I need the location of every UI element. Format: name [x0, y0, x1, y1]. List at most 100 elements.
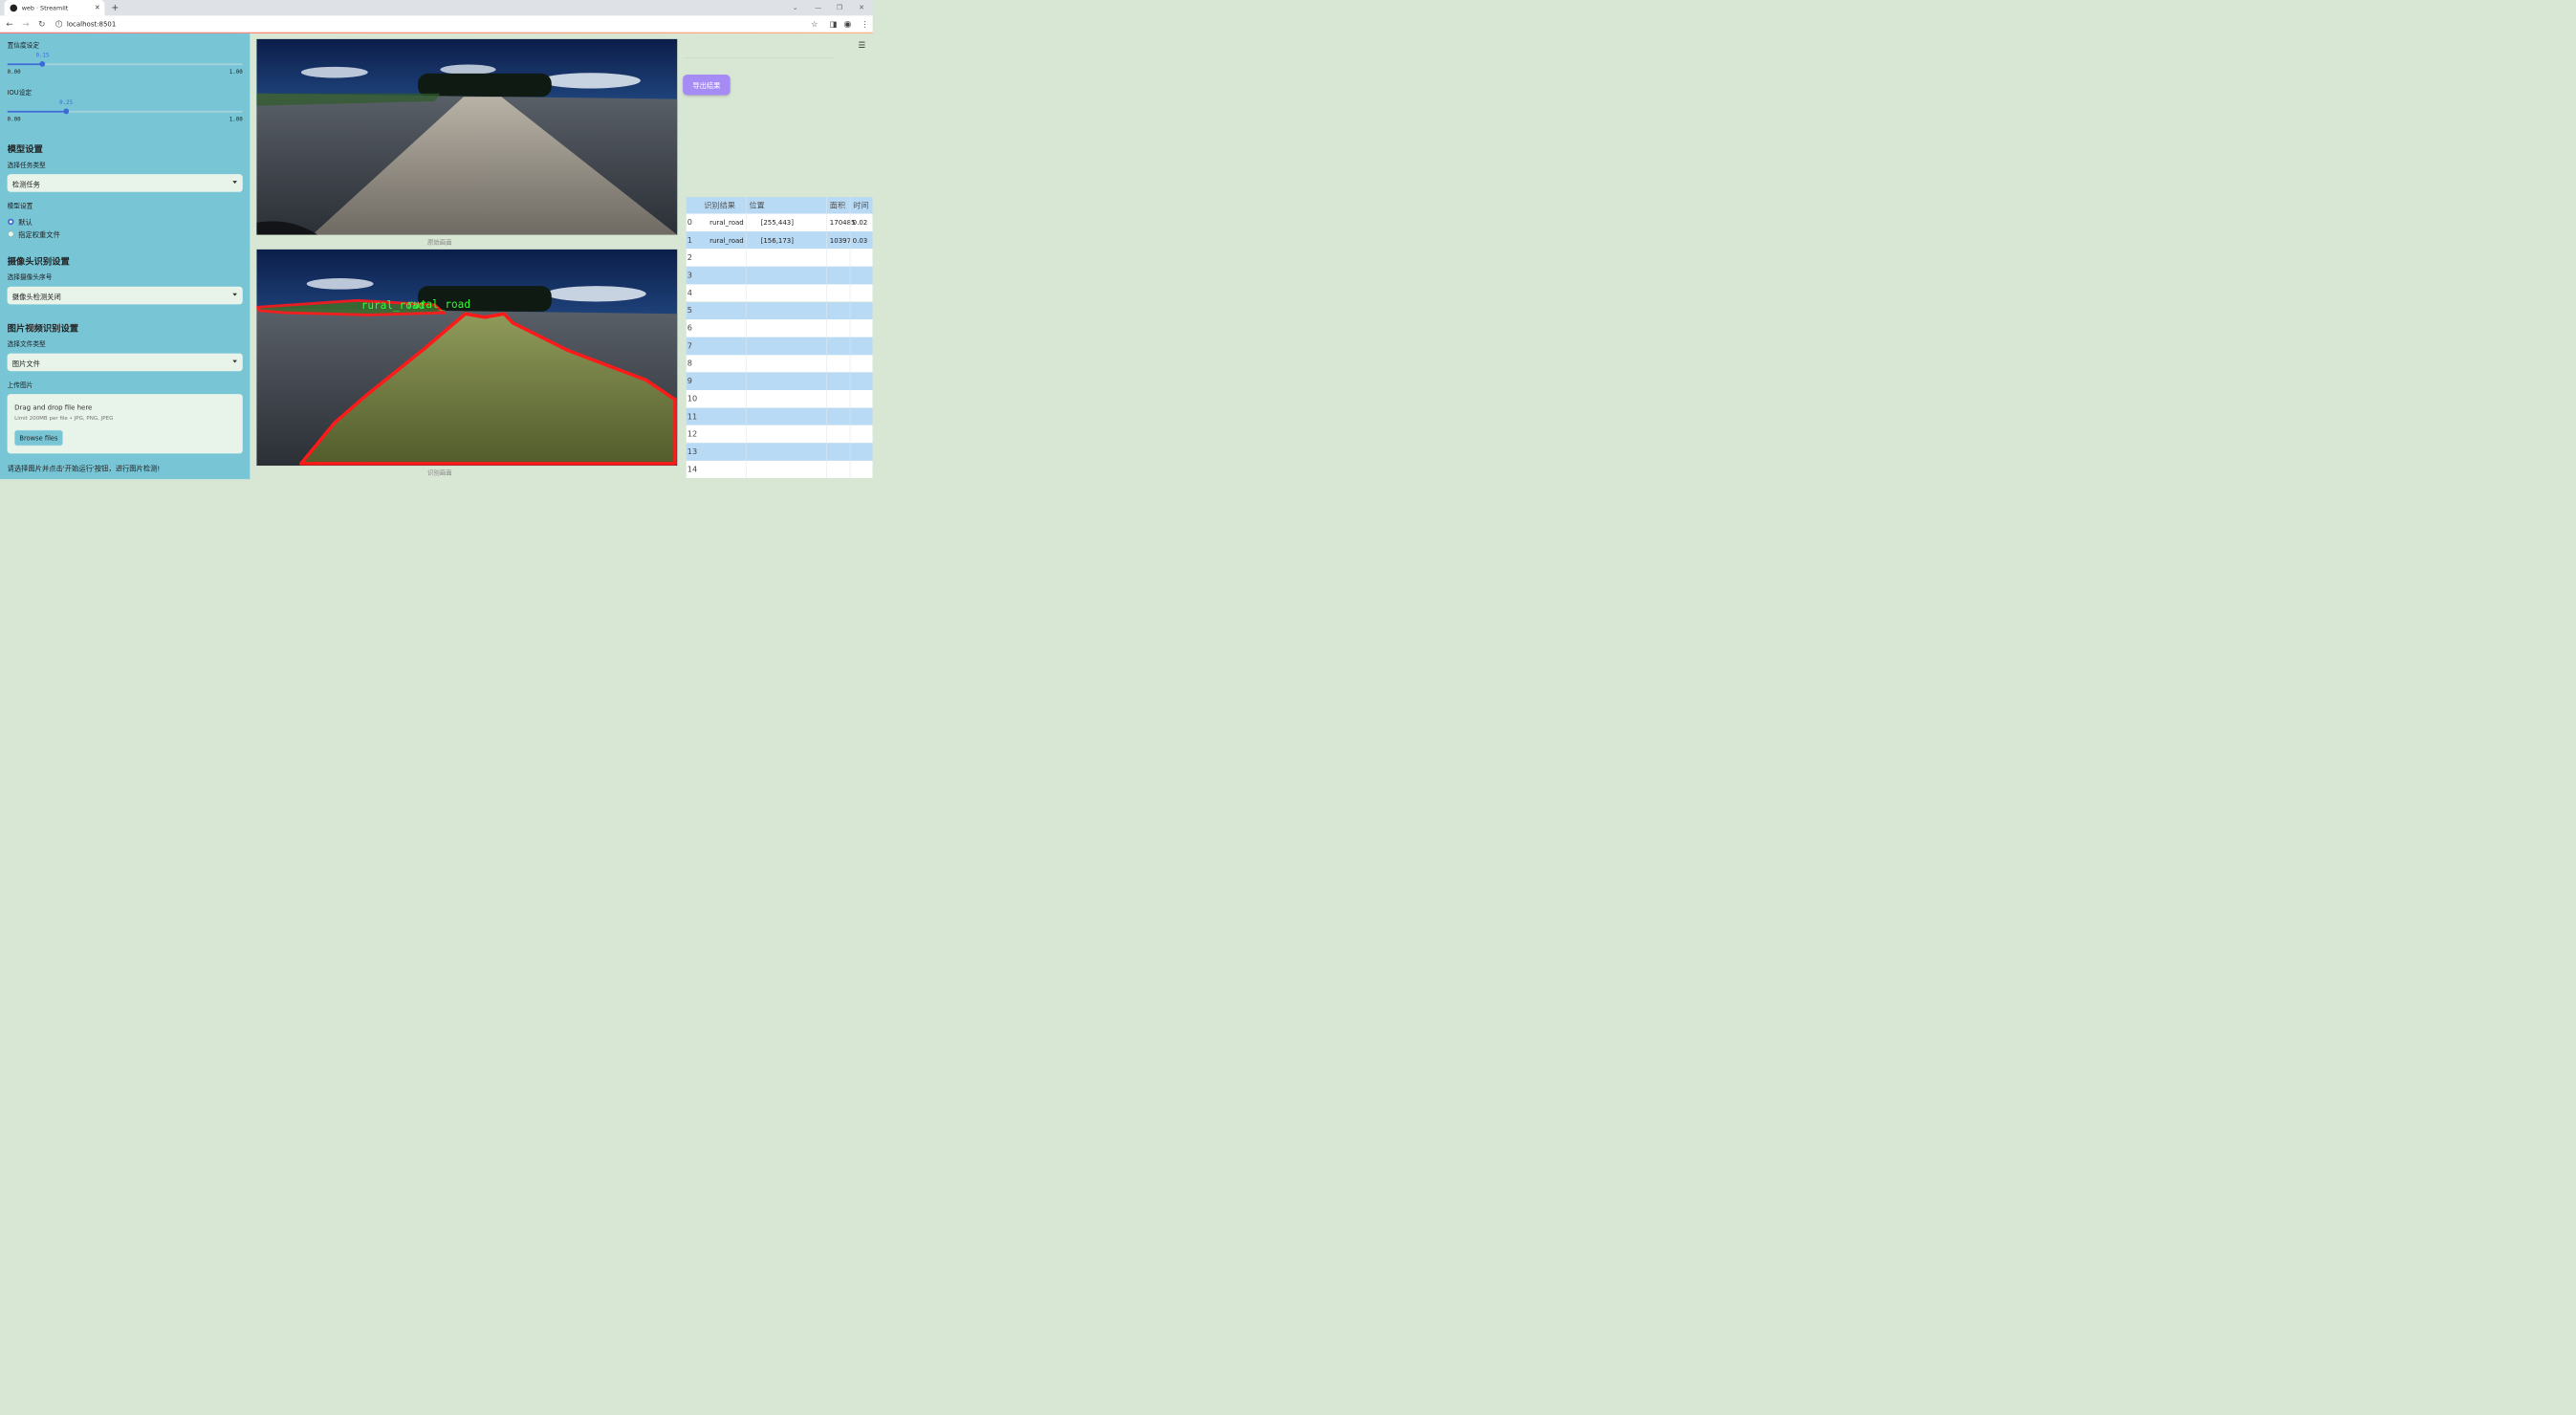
- address-bar: ← → ↻ i localhost:8501 ☆ ◨ ◉ ⋮: [0, 15, 873, 33]
- column-divider: [745, 197, 747, 480]
- window-close-icon[interactable]: ✕: [859, 3, 864, 11]
- divider: [683, 57, 834, 59]
- table-row[interactable]: 13: [686, 443, 873, 461]
- media-settings-heading: 图片视频识别设置: [7, 322, 79, 334]
- reload-icon[interactable]: ↻: [38, 19, 45, 29]
- chevron-down-icon: [232, 293, 237, 296]
- select-value: 摄像头检测关闭: [11, 293, 61, 301]
- radio-weights-file[interactable]: 指定权重文件: [8, 229, 60, 239]
- file-type-select[interactable]: 图片文件: [7, 353, 243, 372]
- bookmark-star-icon[interactable]: ☆: [811, 20, 818, 29]
- table-cell: rural_road: [709, 236, 744, 245]
- table-cell: 10397: [829, 236, 852, 245]
- confidence-label: 置信度设定: [7, 41, 40, 50]
- column-divider: [849, 197, 851, 480]
- row-index: 2: [687, 252, 692, 263]
- column-header[interactable]: 位置: [749, 197, 764, 213]
- table-row[interactable]: 8: [686, 355, 873, 373]
- row-index: 10: [687, 394, 698, 403]
- new-tab-icon[interactable]: +: [111, 2, 119, 12]
- table-row[interactable]: 7: [686, 337, 873, 356]
- task-type-select[interactable]: 检测任务: [7, 174, 243, 192]
- column-header[interactable]: 识别结果: [704, 197, 735, 213]
- iou-slider[interactable]: 0.25 0.00 1.00: [7, 99, 243, 123]
- back-icon[interactable]: ←: [6, 19, 12, 29]
- radio-selected-icon: [8, 218, 14, 226]
- export-results-button[interactable]: 导出结果: [683, 74, 731, 96]
- table-row[interactable]: 14: [686, 460, 873, 479]
- table-cell: 170485: [829, 218, 856, 227]
- chevron-down-icon: [232, 181, 237, 185]
- radio-label: 默认: [18, 218, 33, 227]
- table-row[interactable]: 5: [686, 301, 873, 320]
- radio-default[interactable]: 默认: [8, 216, 33, 227]
- model-label: 模型设置: [7, 202, 33, 210]
- row-index: 11: [687, 412, 698, 422]
- table-row[interactable]: 6: [686, 319, 873, 337]
- result-image: rural_road rural_road: [256, 249, 678, 467]
- confidence-slider[interactable]: 0.15 0.00 1.00: [7, 52, 243, 76]
- table-cell: rural_road: [709, 218, 744, 227]
- row-index: 1: [687, 235, 692, 245]
- minimize-icon[interactable]: —: [815, 3, 821, 11]
- slider-value: 0.25: [59, 99, 74, 106]
- select-value: 图片文件: [11, 359, 40, 368]
- slider-fill: [7, 63, 43, 66]
- table-row[interactable]: 12: [686, 424, 873, 444]
- url-field[interactable]: i localhost:8501: [55, 18, 823, 31]
- table-cell: [156,173]: [760, 236, 794, 245]
- table-row[interactable]: 9: [686, 372, 873, 390]
- model-settings-heading: 模型设置: [7, 143, 43, 155]
- instruction-note: 请选择图片并点击'开始运行'按钮，进行图片检测!: [7, 464, 161, 473]
- slider-thumb[interactable]: [39, 61, 46, 67]
- side-panel-icon[interactable]: ◨: [830, 20, 838, 29]
- profile-avatar-icon[interactable]: ◉: [843, 18, 851, 29]
- slider-max: 1.00: [229, 69, 243, 76]
- column-header[interactable]: 时间: [853, 197, 868, 213]
- table-row[interactable]: 0 rural_road [255,443] 170485 0.02: [686, 213, 873, 231]
- camera-select[interactable]: 摄像头检测关闭: [7, 286, 243, 305]
- table-row[interactable]: 1 rural_road [156,173] 10397 0.03: [686, 230, 873, 250]
- close-tab-icon[interactable]: ✕: [95, 3, 100, 11]
- browser-menu-icon[interactable]: ⋮: [861, 20, 868, 29]
- file-dropzone[interactable]: Drag and drop file here Limit 200MB per …: [7, 394, 243, 454]
- table-cell: 0.02: [852, 218, 868, 227]
- slider-fill: [7, 110, 67, 113]
- tab-search-icon[interactable]: ⌄: [793, 3, 798, 11]
- slider-value: 0.15: [35, 52, 50, 59]
- original-caption: 原始画面: [426, 238, 452, 247]
- chevron-down-icon: [232, 359, 237, 363]
- row-index: 13: [687, 446, 698, 457]
- slider-min: 0.00: [7, 69, 21, 76]
- camera-label: 选择摄像头序号: [7, 272, 53, 281]
- site-info-icon[interactable]: i: [55, 20, 63, 28]
- table-row[interactable]: 2: [686, 249, 873, 267]
- slider-min: 0.00: [7, 116, 21, 123]
- row-index: 9: [687, 377, 692, 386]
- browse-files-button[interactable]: Browse files: [14, 429, 63, 446]
- column-divider: [826, 197, 827, 480]
- row-index: 12: [687, 429, 698, 439]
- row-index: 8: [687, 359, 692, 368]
- table-row[interactable]: 4: [686, 284, 873, 302]
- select-value: 检测任务: [11, 180, 40, 189]
- iou-label: IOU设定: [7, 88, 33, 97]
- original-image: [256, 38, 678, 235]
- dropzone-limit: Limit 200MB per file • JPG, PNG, JPEG: [14, 415, 114, 422]
- slider-thumb[interactable]: [63, 108, 70, 115]
- table-row[interactable]: 11: [686, 407, 873, 425]
- row-index: 3: [687, 271, 692, 280]
- browser-tabbar: web · Streamlit ✕ + ⌄ — ❐ ✕: [0, 0, 873, 16]
- table-row[interactable]: 10: [686, 390, 873, 408]
- streamlit-menu-icon[interactable]: ☰: [858, 40, 865, 50]
- detection-label-field: rural_road: [361, 299, 426, 312]
- forward-icon[interactable]: →: [22, 19, 29, 29]
- column-header[interactable]: 面积: [830, 197, 845, 213]
- row-index: 0: [687, 218, 692, 228]
- browser-tab[interactable]: web · Streamlit ✕: [4, 0, 105, 16]
- restore-icon[interactable]: ❐: [837, 3, 842, 11]
- row-index: 7: [687, 341, 692, 351]
- dropzone-instructions: Drag and drop file here: [14, 403, 93, 412]
- row-index: 14: [687, 465, 698, 474]
- table-row[interactable]: 3: [686, 266, 873, 285]
